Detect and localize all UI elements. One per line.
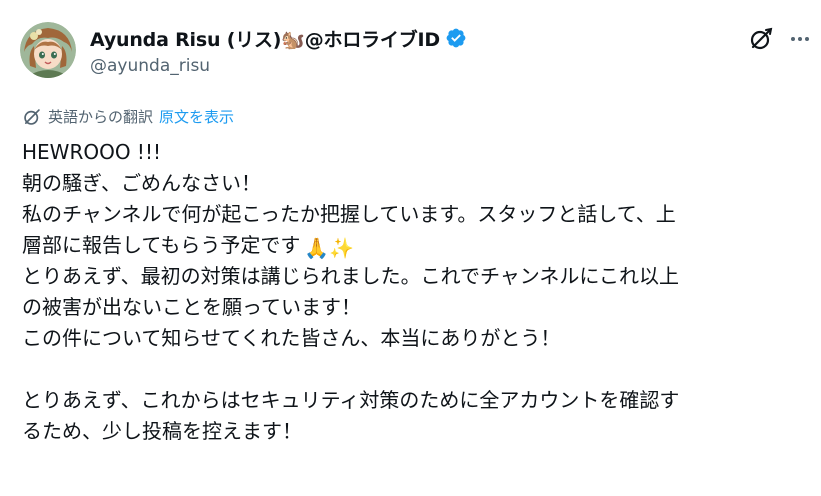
more-options-icon[interactable] bbox=[787, 26, 813, 52]
tweet-line: この件について知らせてくれた皆さん、本当にありがとう！ bbox=[22, 326, 561, 350]
tweet-line: 私のチャンネルで何が起こったか把握しています。スタッフと話して、上 bbox=[22, 202, 676, 226]
display-name[interactable]: Ayunda Risu (リス)🐿️@ホロライブID bbox=[90, 25, 440, 52]
tweet-line: の被害が出ないことを願っています！ bbox=[22, 295, 361, 319]
translation-bar: 英語からの翻訳 原文を表示 bbox=[22, 106, 234, 127]
tweet-line-text: 層部に報告してもらう予定です bbox=[22, 233, 301, 257]
tweet-line: 朝の騒ぎ、ごめんなさい！ bbox=[22, 171, 261, 195]
tweet-line: るため、少し投稿を控えます！ bbox=[22, 419, 302, 443]
grok-icon[interactable] bbox=[748, 26, 774, 52]
pray-sparkles-emoji: 🙏✨ bbox=[304, 236, 355, 260]
grok-translate-icon bbox=[22, 107, 42, 127]
user-handle[interactable]: @ayunda_risu bbox=[90, 56, 467, 76]
tweet-text: HEWROOO !!! 朝の騒ぎ、ごめんなさい！ 私のチャンネルで何が起こったか… bbox=[22, 137, 812, 447]
verified-badge-icon bbox=[445, 27, 467, 49]
tweet-line: とりあえず、これからはセキュリティ対策のために全アカウントを確認す bbox=[22, 388, 680, 412]
avatar[interactable] bbox=[20, 22, 76, 78]
translation-label: 英語からの翻訳 bbox=[48, 108, 154, 126]
tweet-card: Ayunda Risu (リス)🐿️@ホロライブID @ayunda_risu bbox=[0, 0, 821, 496]
tweet-line: とりあえず、最初の対策は講じられました。これでチャンネルにこれ以上 bbox=[22, 264, 679, 288]
tweet-line: HEWROOO !!! bbox=[22, 140, 161, 164]
tweet-line-with-emoji: 層部に報告してもらう予定です 🙏✨ bbox=[22, 230, 812, 261]
author-info: Ayunda Risu (リス)🐿️@ホロライブID @ayunda_risu bbox=[90, 24, 467, 76]
show-original-link[interactable]: 原文を表示 bbox=[159, 106, 234, 127]
